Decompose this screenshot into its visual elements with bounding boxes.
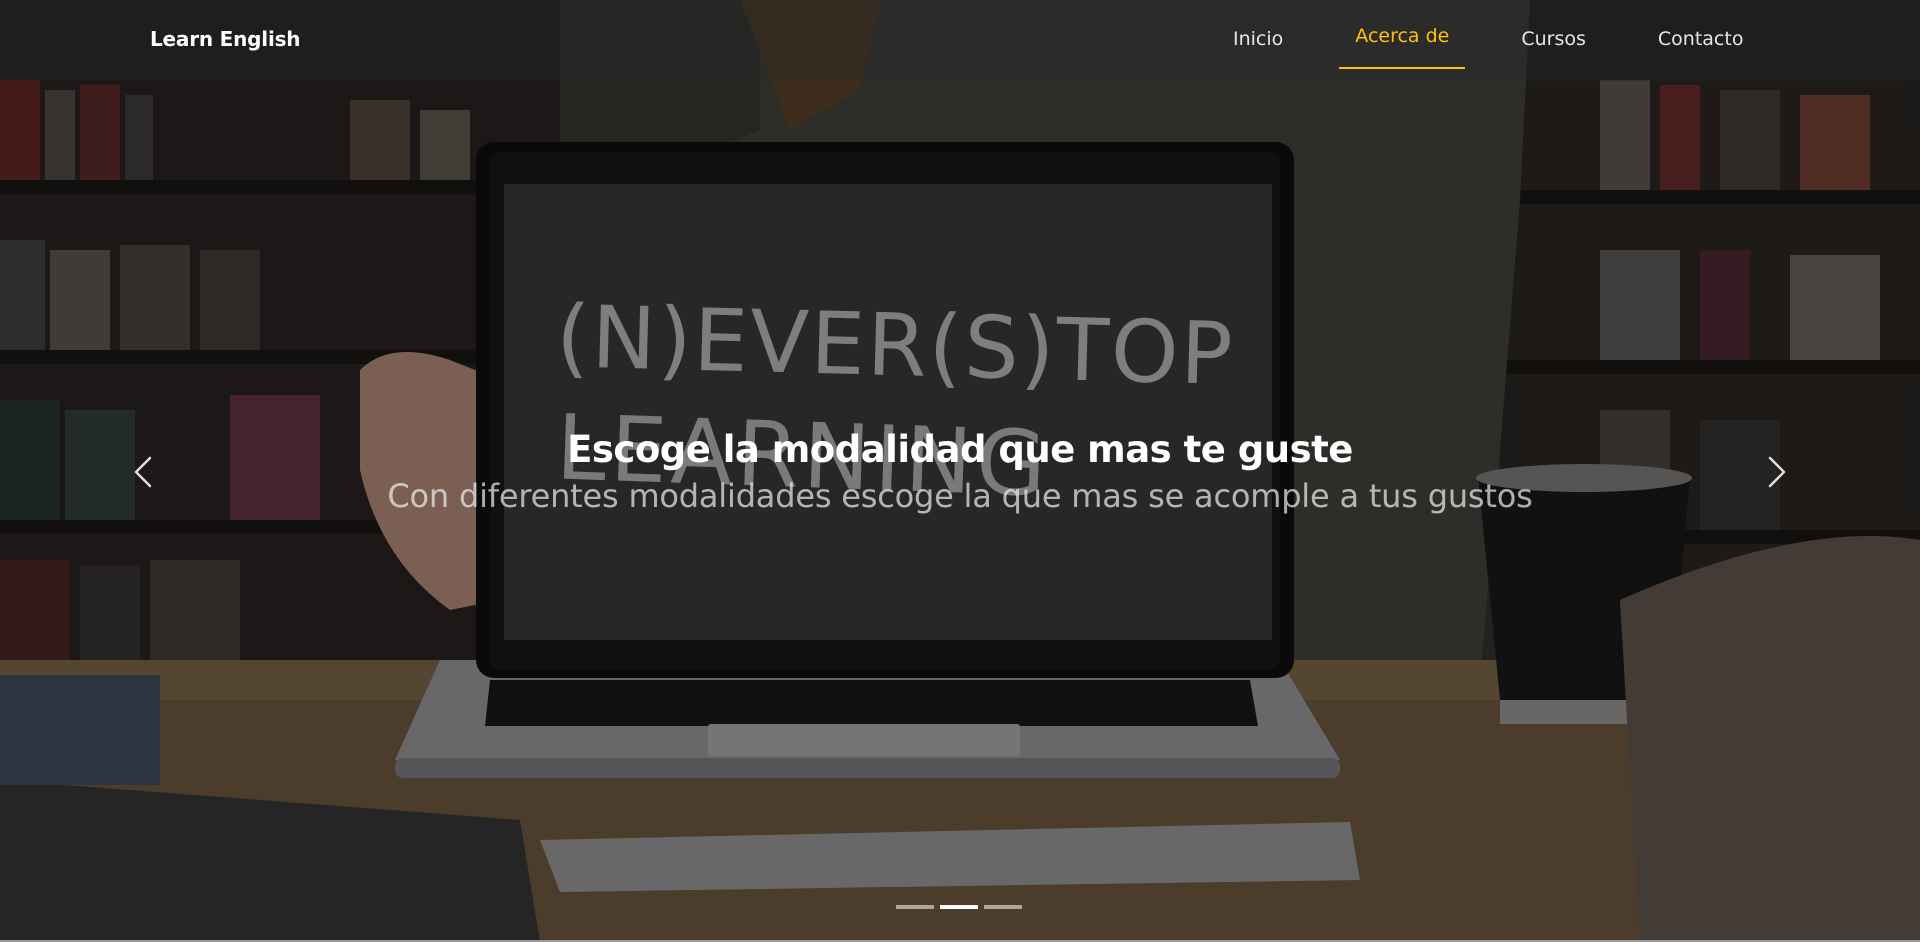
nav-links: Inicio Acerca de Cursos Contacto [1217, 0, 1799, 70]
carousel-indicator-3[interactable] [984, 905, 1022, 909]
slide-caption: Escoge la modalidad que mas te guste Con… [0, 428, 1920, 515]
nav-item-cursos[interactable]: Cursos [1505, 0, 1602, 70]
nav-item-acerca-de[interactable]: Acerca de [1339, 0, 1466, 69]
slide-title: Escoge la modalidad que mas te guste [567, 428, 1353, 471]
carousel-indicators [896, 905, 1022, 909]
chevron-right-icon [1754, 444, 1798, 500]
nav-item-inicio[interactable]: Inicio [1217, 0, 1299, 70]
slide-subtitle: Con diferentes modalidades escoge la que… [387, 477, 1533, 515]
top-navbar: Learn English Inicio Acerca de Cursos Co… [0, 0, 1920, 81]
hero-carousel: (N)EVER(S)TOP LEARNING Learn English Ini… [0, 0, 1920, 942]
carousel-indicator-1[interactable] [896, 905, 934, 909]
nav-item-contacto[interactable]: Contacto [1642, 0, 1760, 70]
carousel-prev-button[interactable] [122, 444, 166, 500]
carousel-indicator-2[interactable] [940, 905, 978, 909]
brand-logo[interactable]: Learn English [150, 27, 301, 51]
carousel-next-button[interactable] [1754, 444, 1798, 500]
chevron-left-icon [122, 444, 166, 500]
